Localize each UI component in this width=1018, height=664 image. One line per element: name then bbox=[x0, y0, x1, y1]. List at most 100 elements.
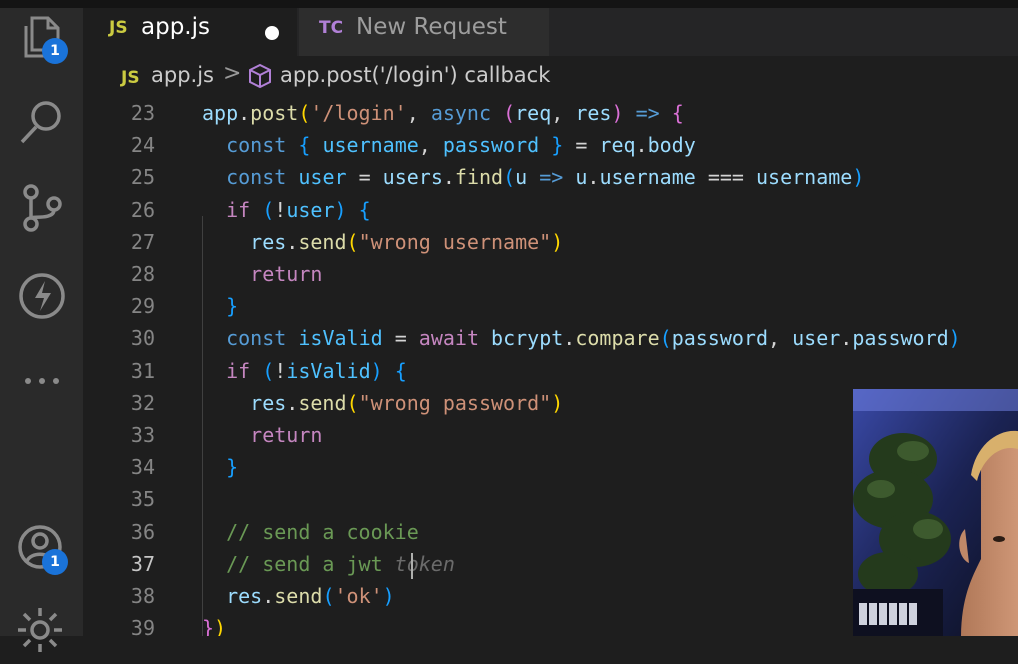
code-token: ( bbox=[262, 358, 275, 383]
code-token: isValid bbox=[298, 326, 383, 351]
tab-new-request[interactable]: TC New Request bbox=[299, 8, 549, 56]
code-token: find bbox=[454, 165, 504, 190]
code-token: ) bbox=[214, 616, 227, 636]
accounts-icon[interactable]: 1 bbox=[14, 521, 70, 577]
js-file-icon: JS bbox=[109, 18, 128, 38]
code-line[interactable]: return bbox=[202, 258, 322, 290]
code-token: . bbox=[840, 326, 853, 351]
code-line[interactable]: return bbox=[202, 419, 322, 451]
code-token: . bbox=[238, 101, 251, 125]
line-number: 37 bbox=[130, 551, 155, 576]
code-token: '/login' bbox=[310, 101, 407, 125]
code-token: ) bbox=[852, 165, 865, 190]
code-line[interactable]: res.send("wrong password") bbox=[202, 387, 563, 419]
code-token: => bbox=[635, 101, 660, 125]
code-line[interactable]: // send a jwt token bbox=[202, 548, 455, 580]
chevron-right-icon: > bbox=[223, 61, 242, 86]
cube-icon bbox=[247, 63, 273, 89]
line-number: 29 bbox=[130, 294, 155, 319]
code-token: 'ok' bbox=[334, 584, 383, 608]
window-top-strip bbox=[0, 0, 1018, 8]
code-line[interactable]: const isValid = await bcrypt.compare(pas… bbox=[202, 322, 961, 354]
code-line[interactable]: res.send("wrong username") bbox=[202, 226, 563, 258]
code-token: = bbox=[382, 326, 419, 351]
unsaved-dot-icon[interactable] bbox=[265, 26, 279, 40]
code-token: password bbox=[671, 326, 769, 351]
code-token: isValid bbox=[286, 358, 371, 383]
code-line[interactable]: const user = users.find(u => u.username … bbox=[202, 161, 864, 193]
code-token: , bbox=[418, 133, 443, 158]
code-token: ( bbox=[298, 101, 311, 125]
code-token: } bbox=[226, 455, 239, 480]
code-token: username bbox=[756, 165, 853, 190]
code-token: , bbox=[551, 101, 576, 125]
code-token: return bbox=[250, 262, 323, 286]
code-line[interactable]: // send a cookie bbox=[202, 516, 419, 548]
thunder-client-icon[interactable] bbox=[14, 268, 70, 324]
tab-app-js[interactable]: JS app.js bbox=[83, 8, 297, 56]
code-line[interactable]: res.send('ok') bbox=[202, 580, 395, 612]
breadcrumb-file[interactable]: app.js bbox=[151, 63, 214, 87]
code-line[interactable]: } bbox=[202, 290, 238, 322]
search-icon[interactable] bbox=[14, 94, 70, 150]
code-token: ( bbox=[346, 390, 359, 415]
breadcrumb-symbol[interactable]: app.post('/login') callback bbox=[280, 63, 550, 87]
code-token: ! bbox=[274, 197, 287, 222]
code-token: user bbox=[298, 165, 347, 190]
tab-bar: JS app.js TC New Request bbox=[83, 8, 1018, 56]
files-icon[interactable]: 1 bbox=[14, 12, 70, 68]
line-number: 24 bbox=[130, 133, 155, 158]
code-token: // send a cookie bbox=[226, 519, 419, 544]
code-token: ) bbox=[948, 326, 961, 351]
code-token: async bbox=[430, 101, 492, 125]
code-token: . bbox=[286, 390, 299, 415]
code-token: === bbox=[695, 165, 757, 190]
code-token: => bbox=[539, 165, 564, 190]
code-token: user bbox=[286, 197, 335, 222]
code-token: await bbox=[418, 326, 479, 351]
line-number: 28 bbox=[130, 262, 155, 286]
breadcrumb: JS app.js > app.post('/login') callback bbox=[83, 56, 1018, 98]
line-number: 26 bbox=[130, 197, 155, 222]
code-line[interactable]: if (!user) { bbox=[202, 194, 371, 226]
code-token: const bbox=[226, 165, 287, 190]
code-line[interactable]: } bbox=[202, 451, 238, 483]
code-token: if bbox=[226, 358, 251, 383]
code-token: compare bbox=[575, 326, 660, 351]
code-token: send bbox=[298, 229, 347, 254]
inline-suggestion: token bbox=[394, 551, 455, 576]
code-token: bcrypt bbox=[491, 326, 564, 351]
code-token: = bbox=[563, 133, 600, 158]
settings-gear-icon[interactable] bbox=[14, 604, 70, 660]
code-token: ( bbox=[346, 229, 359, 254]
code-token: ) bbox=[370, 358, 383, 383]
code-line[interactable]: app.post('/login', async (req, res) => { bbox=[202, 98, 684, 129]
code-token: res bbox=[226, 584, 263, 608]
code-token: ) bbox=[611, 101, 624, 125]
source-control-icon[interactable] bbox=[14, 180, 70, 236]
code-token: ( bbox=[503, 165, 516, 190]
code-token: password bbox=[852, 326, 949, 351]
line-number: 35 bbox=[130, 487, 155, 512]
code-token: ) bbox=[334, 197, 347, 222]
line-number: 39 bbox=[130, 616, 155, 636]
code-token: req bbox=[515, 101, 552, 125]
code-line[interactable]: const { username, password } = req.body bbox=[202, 129, 696, 161]
code-token: u bbox=[515, 165, 528, 190]
thunder-client-file-icon: TC bbox=[319, 18, 344, 38]
line-number: 32 bbox=[130, 390, 155, 415]
code-line[interactable]: }) bbox=[202, 612, 226, 636]
more-icon[interactable] bbox=[14, 353, 70, 409]
explorer-badge: 1 bbox=[42, 38, 68, 64]
code-line[interactable]: if (!isValid) { bbox=[202, 355, 407, 387]
code-token: , bbox=[406, 101, 431, 125]
code-token: { bbox=[394, 358, 407, 383]
